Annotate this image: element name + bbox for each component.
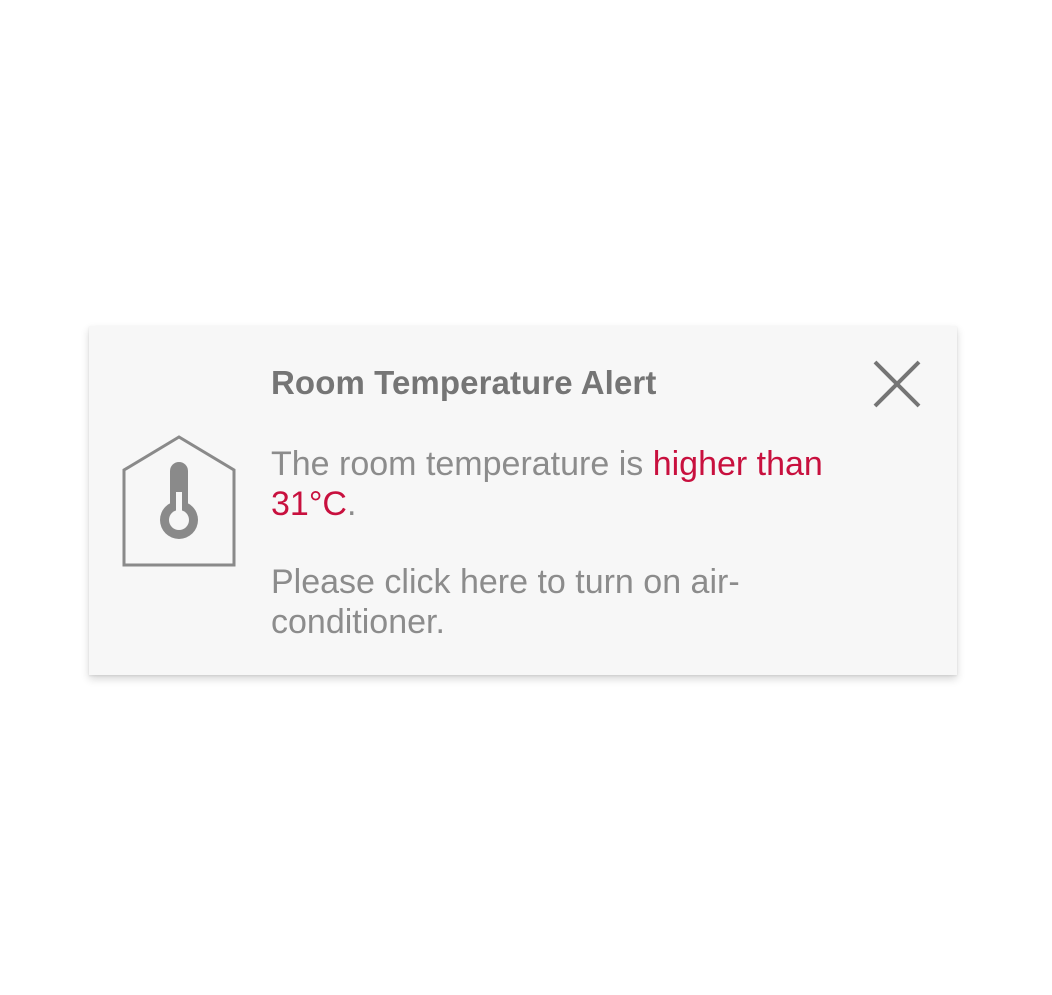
temperature-alert-card: Room Temperature Alert The room temperat… xyxy=(89,326,957,675)
turn-on-ac-link[interactable]: Please click here to turn on air-conditi… xyxy=(271,562,831,642)
message-suffix: . xyxy=(346,485,357,523)
close-button[interactable] xyxy=(865,352,929,416)
page-stage: Room Temperature Alert The room temperat… xyxy=(0,0,1052,995)
close-icon xyxy=(873,360,921,408)
alert-title: Room Temperature Alert xyxy=(271,364,657,401)
message-prefix: The room temperature is xyxy=(271,445,653,483)
house-thermometer-icon xyxy=(122,435,236,567)
alert-message: The room temperature is higher than 31°C… xyxy=(271,444,831,524)
